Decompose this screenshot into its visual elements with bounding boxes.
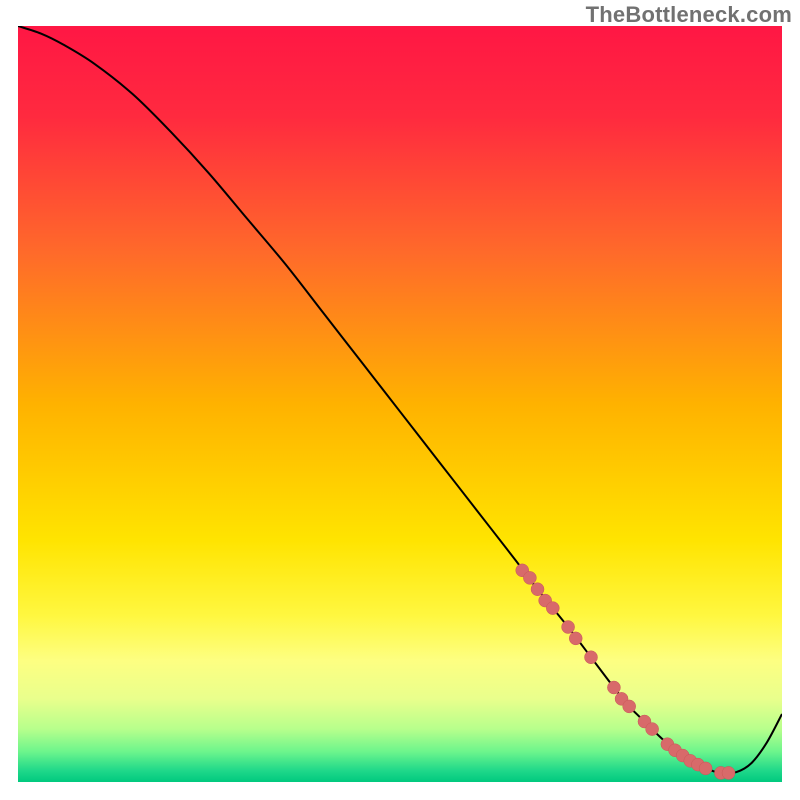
data-marker [646, 723, 659, 736]
data-marker [562, 621, 575, 634]
data-marker [623, 700, 636, 713]
bottleneck-curve-chart [0, 0, 800, 800]
data-marker [546, 602, 559, 615]
data-marker [585, 651, 598, 664]
heat-background [18, 26, 782, 782]
data-marker [699, 762, 712, 775]
data-marker [569, 632, 582, 645]
data-marker [531, 583, 544, 596]
chart-container: TheBottleneck.com [0, 0, 800, 800]
data-marker [523, 571, 536, 584]
data-marker [607, 681, 620, 694]
data-marker [722, 766, 735, 779]
watermark-text: TheBottleneck.com [586, 2, 792, 28]
